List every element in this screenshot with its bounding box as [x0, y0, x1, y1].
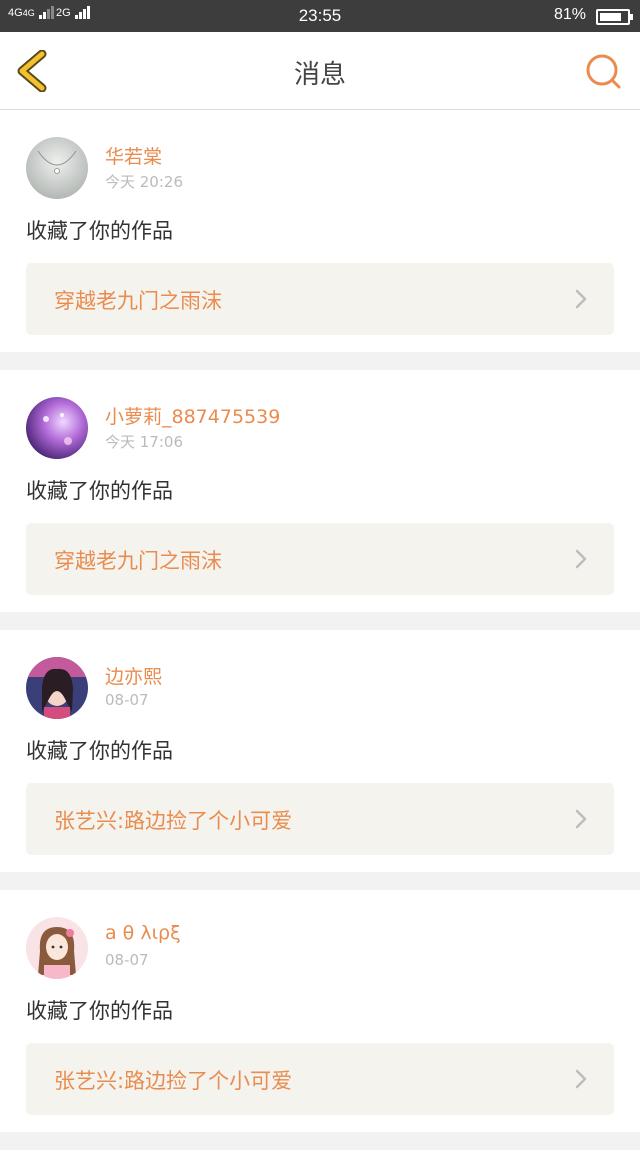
avatar[interactable] — [26, 917, 88, 979]
message-card-4: a θ λιρξ 08-07 收藏了你的作品 张艺兴:路边捡了个小可爱 — [0, 890, 640, 1132]
message-card-1: 华若棠 今天 20:26 收藏了你的作品 穿越老九门之雨沫 — [0, 110, 640, 352]
chevron-right-icon — [575, 809, 587, 829]
chevron-right-icon — [575, 1069, 587, 1089]
work-link[interactable]: 张艺兴:路边捡了个小可爱 — [26, 783, 614, 855]
message-time: 08-07 — [105, 951, 149, 969]
message-action-text: 收藏了你的作品 — [26, 479, 173, 503]
chevron-right-icon — [575, 549, 587, 569]
sender-name[interactable]: a θ λιρξ — [105, 922, 181, 944]
status-bar: 4G4G 2G 23:55 81% — [0, 0, 640, 32]
message-time: 今天 20:26 — [105, 173, 183, 191]
sender-name[interactable]: 边亦熙 — [105, 662, 162, 689]
message-action-text: 收藏了你的作品 — [26, 219, 173, 243]
search-button[interactable] — [584, 52, 624, 92]
purple-galaxy-avatar-image — [26, 397, 88, 459]
avatar[interactable] — [26, 397, 88, 459]
work-title: 张艺兴:路边捡了个小可爱 — [54, 1069, 293, 1093]
work-title: 穿越老九门之雨沫 — [54, 289, 222, 313]
page-title: 消息 — [293, 60, 346, 90]
message-action-text: 收藏了你的作品 — [26, 999, 173, 1023]
cartoon-girl-avatar-image — [26, 917, 88, 979]
girl-portrait-avatar-image — [26, 657, 88, 719]
chevron-right-icon — [575, 289, 587, 309]
message-card-3: 边亦熙 08-07 收藏了你的作品 张艺兴:路边捡了个小可爱 — [0, 630, 640, 872]
battery-percent: 81% — [553, 6, 586, 23]
message-time: 今天 17:06 — [105, 433, 183, 451]
status-time: 23:55 — [298, 6, 342, 25]
sender-name[interactable]: 小萝莉_887475539 — [105, 402, 280, 429]
work-link[interactable]: 穿越老九门之雨沫 — [26, 523, 614, 595]
message-time: 08-07 — [105, 691, 149, 709]
avatar[interactable] — [26, 657, 88, 719]
necklace-photo-avatar-image — [26, 137, 88, 199]
search-icon — [586, 54, 621, 89]
battery-icon — [596, 9, 633, 25]
work-title: 穿越老九门之雨沫 — [54, 549, 222, 573]
work-link[interactable]: 张艺兴:路边捡了个小可爱 — [26, 1043, 614, 1115]
message-action-text: 收藏了你的作品 — [26, 739, 173, 763]
sender-name[interactable]: 华若棠 — [105, 142, 162, 169]
avatar[interactable] — [26, 137, 88, 199]
work-link[interactable]: 穿越老九门之雨沫 — [26, 263, 614, 335]
message-card-2: 小萝莉_887475539 今天 17:06 收藏了你的作品 穿越老九门之雨沫 — [0, 370, 640, 612]
work-title: 张艺兴:路边捡了个小可爱 — [54, 809, 293, 833]
top-nav-bar: 消息 — [0, 32, 640, 110]
message-list: 华若棠 今天 20:26 收藏了你的作品 穿越老九门之雨沫 小萝莉_887475… — [0, 110, 640, 1150]
